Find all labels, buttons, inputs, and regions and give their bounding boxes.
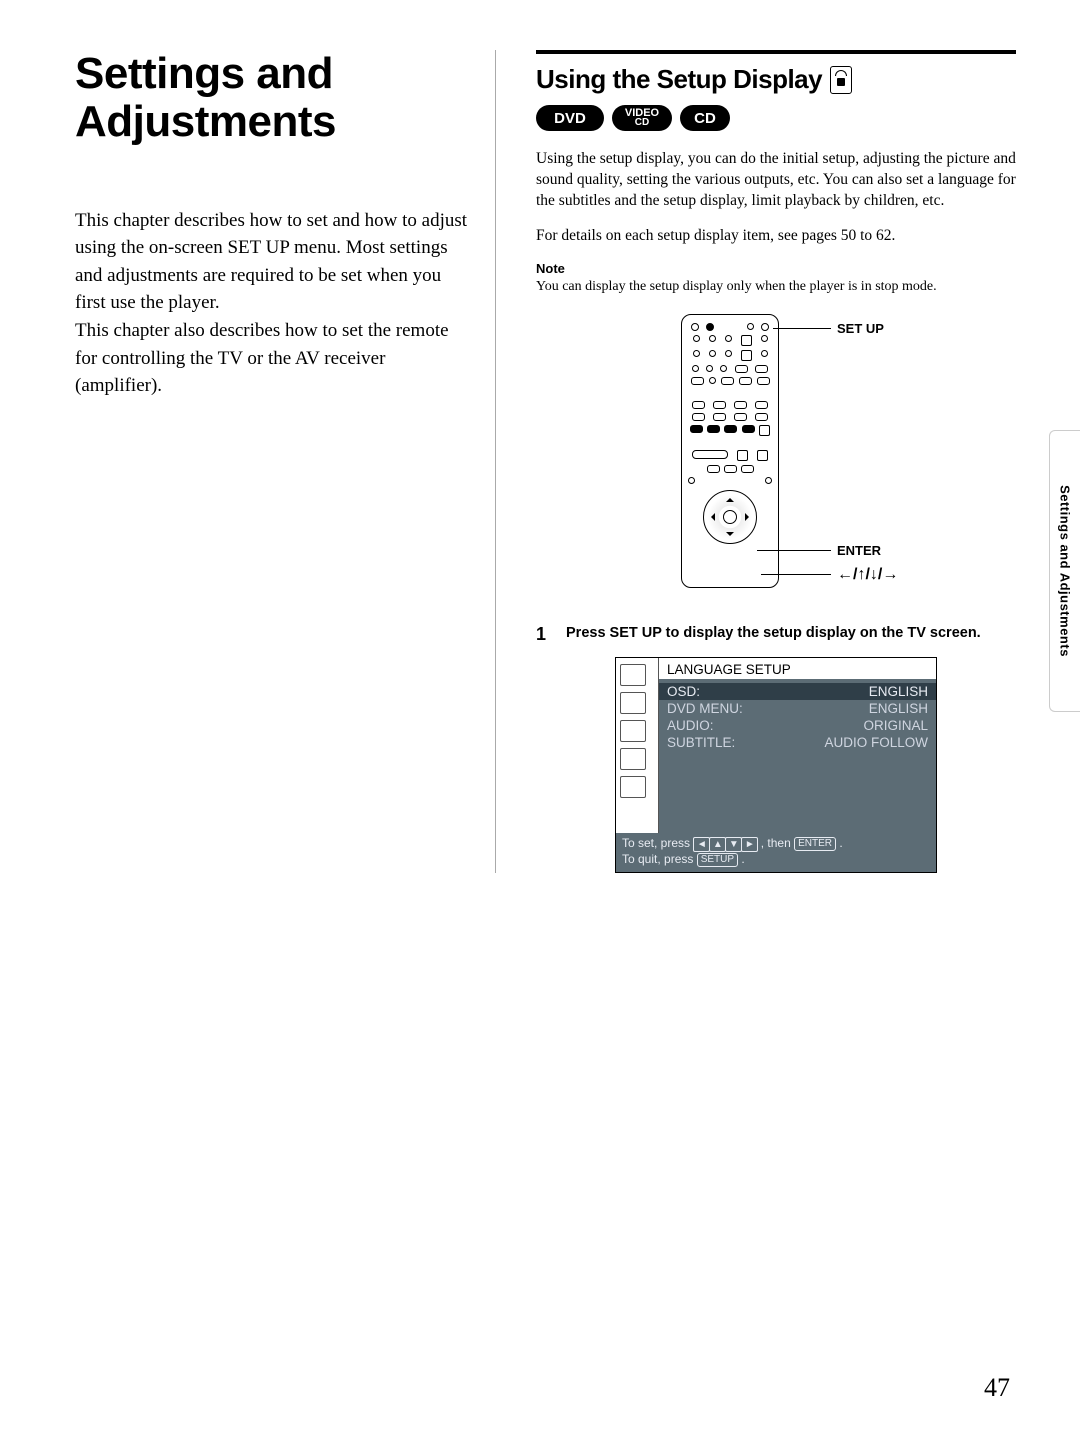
callout-enter: ENTER	[837, 543, 881, 558]
setup-cap-icon: SETUP	[697, 853, 738, 867]
arrow-keys-icon: ◄▲▼►	[693, 837, 757, 852]
tv-row-label: DVD MENU:	[667, 701, 743, 716]
step-text: Press SET UP to display the setup displa…	[566, 624, 1016, 645]
section-para-1: Using the setup display, you can do the …	[536, 149, 1016, 212]
tv-row-label: SUBTITLE:	[667, 735, 735, 750]
tv-tab-icon	[620, 776, 646, 798]
tv-footer-text: To quit, press	[622, 852, 697, 866]
tv-row-label: AUDIO:	[667, 718, 714, 733]
tv-tab-icon	[620, 720, 646, 742]
tv-tab-icon	[620, 664, 646, 686]
remote-illustration: SET UP ENTER ←/↑/↓/→	[661, 314, 921, 594]
side-tab-label: Settings and Adjustments	[1058, 485, 1073, 657]
tv-setup-screen: LANGUAGE SETUP OSD: ENGLISH DVD MENU: EN…	[615, 657, 937, 874]
callout-arrows: ←/↑/↓/→	[837, 566, 898, 584]
section-para-2: For details on each setup display item, …	[536, 226, 1016, 247]
tv-row-value: ENGLISH	[869, 684, 928, 699]
tv-row-value: ORIGINAL	[863, 718, 928, 733]
callout-setup: SET UP	[837, 321, 884, 336]
tv-tab-icon	[620, 748, 646, 770]
tv-footer-text: To set, press	[622, 836, 693, 850]
section-rule	[536, 50, 1016, 54]
tv-footer-text: .	[741, 852, 744, 866]
note-text: You can display the setup display only w…	[536, 278, 1016, 296]
enter-cap-icon: ENTER	[794, 837, 836, 851]
tv-row-value: ENGLISH	[869, 701, 928, 716]
note-label: Note	[536, 261, 1016, 276]
tv-footer-text: , then	[761, 836, 791, 850]
badge-dvd: DVD	[536, 105, 604, 131]
tv-tab-column	[616, 658, 659, 833]
section-title: Using the Setup Display	[536, 64, 822, 95]
tv-row-label: OSD:	[667, 684, 700, 699]
tv-row: AUDIO: ORIGINAL	[667, 717, 928, 734]
tv-tab-icon	[620, 692, 646, 714]
badge-video-cd: VIDEO CD	[612, 105, 672, 131]
remote-icon	[830, 66, 852, 94]
side-tab: Settings and Adjustments	[1049, 430, 1080, 712]
tv-row-value: AUDIO FOLLOW	[824, 735, 928, 750]
tv-footer-text: .	[839, 836, 842, 850]
badge-cd: CD	[680, 105, 730, 131]
badge-video-cd-bottom: CD	[635, 118, 649, 127]
tv-row: DVD MENU: ENGLISH	[667, 700, 928, 717]
tv-footer: To set, press ◄▲▼► , then ENTER . To qui…	[616, 833, 936, 873]
tv-row: SUBTITLE: AUDIO FOLLOW	[667, 734, 928, 751]
tv-row: OSD: ENGLISH	[659, 683, 936, 700]
chapter-title: Settings and Adjustments	[75, 50, 475, 147]
chapter-intro: This chapter describes how to set and ho…	[75, 207, 475, 400]
step-number: 1	[536, 624, 554, 645]
tv-screen-title: LANGUAGE SETUP	[659, 658, 936, 679]
page-number: 47	[984, 1373, 1010, 1403]
